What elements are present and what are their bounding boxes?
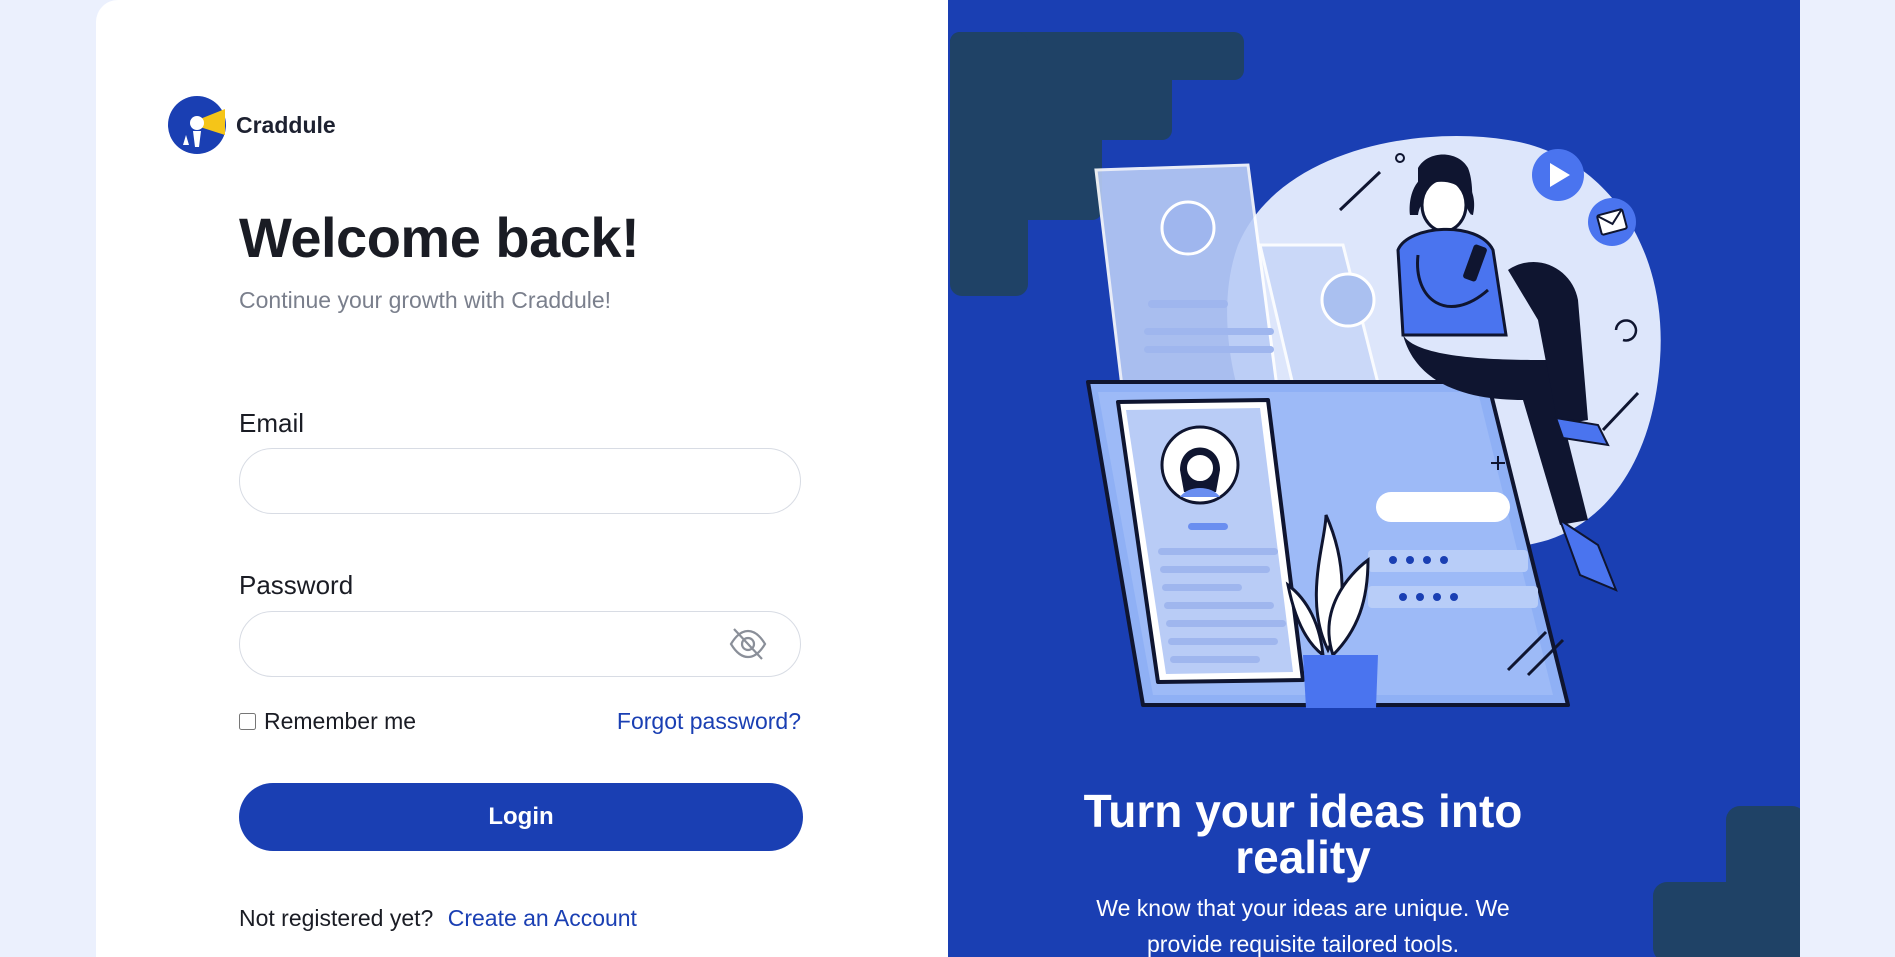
login-panel: Craddule Welcome back! Continue your gro… [96, 0, 948, 957]
decor-blocks-bottom [1653, 806, 1800, 957]
remember-me[interactable]: Remember me [239, 708, 416, 735]
remember-me-label: Remember me [264, 708, 417, 734]
register-prompt: Not registered yet? Create an Account [239, 905, 637, 932]
brand-logo[interactable]: Craddule [167, 95, 336, 155]
hero-panel: Turn your ideas into reality We know tha… [948, 0, 1800, 957]
forgot-password-link[interactable]: Forgot password? [617, 708, 801, 735]
page-subtitle: Continue your growth with Craddule! [239, 287, 612, 313]
brand-name: Craddule [236, 111, 336, 138]
create-account-link[interactable]: Create an Account [448, 905, 637, 931]
password-field[interactable] [240, 612, 800, 676]
password-label: Password [239, 570, 354, 600]
register-prompt-text: Not registered yet? [239, 905, 434, 931]
profile-card-back [1094, 163, 1280, 397]
email-field-wrapper [239, 448, 801, 514]
hero-title: Turn your ideas into reality [1083, 785, 1523, 883]
play-icon [1532, 149, 1584, 201]
page-title: Welcome back! [239, 206, 640, 269]
hero-description: We know that your ideas are unique. We p… [1096, 895, 1510, 957]
email-label: Email [239, 408, 305, 438]
login-card: Craddule Welcome back! Continue your gro… [96, 0, 1800, 957]
email-field[interactable] [240, 449, 800, 513]
craddule-logo-icon [168, 96, 226, 154]
eye-off-icon[interactable] [728, 626, 768, 662]
login-button[interactable]: Login [239, 783, 803, 851]
remember-me-checkbox[interactable] [239, 713, 256, 730]
mail-icon [1588, 198, 1636, 246]
password-field-wrapper [239, 611, 801, 677]
